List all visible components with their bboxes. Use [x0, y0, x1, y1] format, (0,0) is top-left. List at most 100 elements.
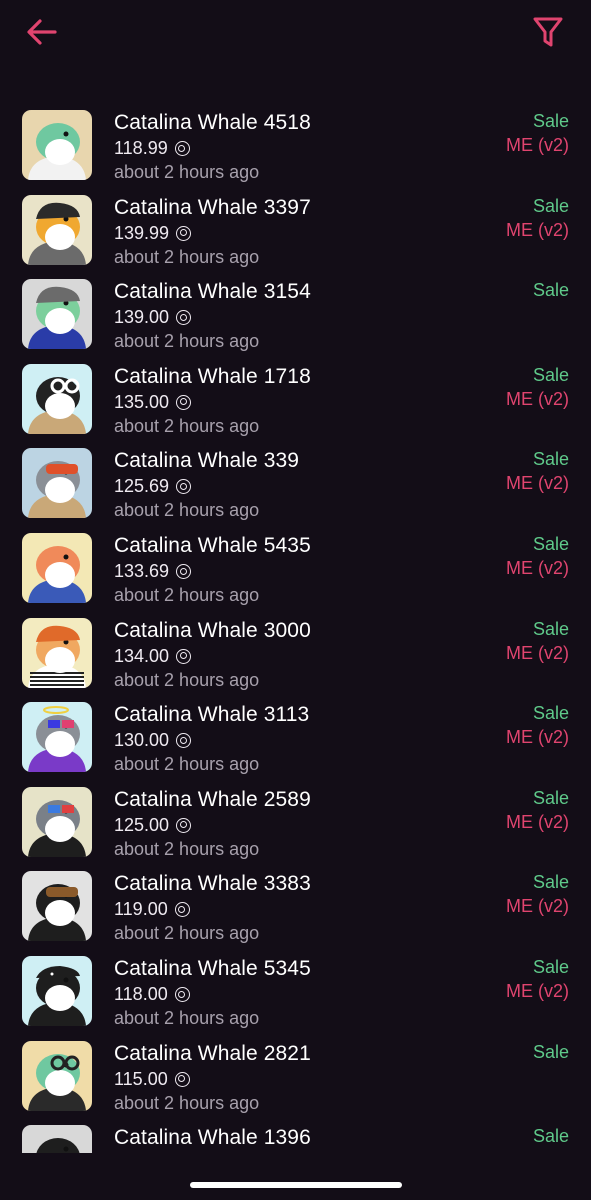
solana-icon	[176, 394, 192, 410]
nft-thumbnail[interactable]	[22, 786, 92, 857]
price-line: 118.99	[114, 138, 190, 159]
marketplace-label: ME (v2)	[506, 727, 569, 748]
filter-button[interactable]	[528, 12, 568, 52]
nft-thumbnail[interactable]	[22, 533, 92, 603]
marketplace-label: ME (v2)	[506, 135, 569, 155]
activity-type-label: Sale	[532, 449, 569, 470]
timestamp: about 2 hours ago	[114, 500, 260, 521]
activity-type-label: Sale	[532, 787, 569, 808]
nft-thumbnail[interactable]	[22, 110, 92, 180]
marketplace-label: ME (v2)	[506, 811, 569, 832]
sale-price: 130.00	[114, 730, 170, 751]
activity-row[interactable]: Catalina Whale 3154 139.00 about 2 hours a…	[0, 269, 591, 354]
nft-thumbnail[interactable]	[22, 871, 92, 942]
solana-icon	[174, 141, 190, 156]
activity-type-label: Sale	[532, 1126, 569, 1147]
timestamp: about 2 hours ago	[114, 923, 260, 944]
price-line: 139.99	[114, 223, 192, 244]
activity-row[interactable]: Catalina Whale 3113 130.00 about 2 hours a…	[0, 692, 591, 777]
sale-price: 133.69	[114, 561, 170, 581]
activity-type-label: Sale	[532, 872, 569, 893]
sale-price: 135.00	[114, 391, 170, 412]
activity-row[interactable]: Catalina Whale 339 125.69 about 2 hours ag…	[0, 438, 591, 523]
activity-type-label: Sale	[532, 195, 569, 216]
sale-price: 139.00	[114, 307, 170, 328]
sale-price: 125.00	[114, 814, 170, 835]
timestamp: about 2 hours ago	[114, 331, 260, 352]
home-indicator	[190, 1182, 402, 1188]
nft-thumbnail[interactable]	[22, 194, 92, 265]
sale-price: 118.99	[114, 138, 168, 158]
nft-avatar-image	[22, 533, 92, 603]
price-line: 115.00	[114, 1069, 190, 1090]
nft-name: Catalina Whale 5435	[114, 534, 311, 557]
nft-avatar-image	[22, 956, 92, 1026]
nft-thumbnail[interactable]	[22, 363, 92, 434]
sale-price: 125.69	[114, 476, 170, 497]
nft-avatar-image	[22, 279, 92, 350]
timestamp: about 2 hours ago	[114, 246, 260, 267]
activity-type-label: Sale	[532, 703, 569, 724]
marketplace-label: ME (v2)	[506, 981, 569, 1001]
solana-icon	[176, 479, 192, 495]
nft-name: Catalina Whale 3154	[114, 280, 311, 304]
timestamp: about 2 hours ago	[114, 1092, 260, 1113]
marketplace-label: ME (v2)	[506, 388, 569, 409]
top-bar	[0, 0, 591, 80]
activity-row[interactable]: Catalina Whale 1396 Sale	[0, 1115, 591, 1153]
marketplace-label: ME (v2)	[506, 896, 569, 917]
activity-row[interactable]: Catalina Whale 3397 139.99 about 2 hours a…	[0, 185, 591, 270]
nft-name: Catalina Whale 3397	[114, 195, 311, 219]
activity-row[interactable]: Catalina Whale 5435 133.69 about 2 hours a…	[0, 523, 591, 608]
price-line: 118.00	[114, 984, 190, 1005]
nft-name: Catalina Whale 1396	[114, 1126, 311, 1150]
nft-thumbnail[interactable]	[22, 448, 92, 519]
nft-thumbnail[interactable]	[22, 1125, 92, 1153]
timestamp: about 2 hours ago	[114, 1008, 260, 1028]
solana-icon	[176, 225, 192, 241]
price-line: 130.00	[114, 730, 192, 751]
activity-type-label: Sale	[532, 280, 569, 301]
activity-row[interactable]: Catalina Whale 5345 118.00 about 2 hours a…	[0, 946, 591, 1031]
nft-name: Catalina Whale 5345	[114, 957, 311, 980]
back-button[interactable]	[22, 12, 62, 52]
timestamp: about 2 hours ago	[114, 585, 260, 605]
nft-name: Catalina Whale 2589	[114, 787, 311, 811]
nft-thumbnail[interactable]	[22, 617, 92, 688]
activity-row[interactable]: Catalina Whale 3383 119.00 about 2 hours a…	[0, 861, 591, 946]
activity-list[interactable]: Catalina Whale 4518 118.99 about 2 hours a…	[0, 100, 591, 1153]
price-line: 135.00	[114, 391, 192, 413]
activity-type-label: Sale	[532, 534, 569, 554]
marketplace-label: ME (v2)	[506, 219, 569, 240]
nft-avatar-image	[22, 1040, 92, 1111]
arrow-left-icon	[27, 19, 57, 45]
activity-type-label: Sale	[532, 111, 569, 131]
nft-avatar-image	[22, 448, 92, 519]
price-line: 139.00	[114, 307, 192, 328]
price-line: 125.69	[114, 476, 192, 497]
nft-thumbnail[interactable]	[22, 702, 92, 773]
activity-row[interactable]: Catalina Whale 2589 125.00 about 2 hours a…	[0, 777, 591, 862]
marketplace-label: ME (v2)	[506, 473, 569, 494]
timestamp: about 2 hours ago	[114, 162, 260, 182]
marketplace-label: ME (v2)	[506, 558, 569, 578]
activity-row[interactable]: Catalina Whale 2821 115.00 about 2 hours a…	[0, 1031, 591, 1116]
activity-row[interactable]: Catalina Whale 3000 134.00 about 2 hours a…	[0, 608, 591, 693]
sale-price: 115.00	[114, 1068, 168, 1089]
sale-price: 118.00	[114, 984, 168, 1004]
nft-thumbnail[interactable]	[22, 279, 92, 350]
sale-price: 134.00	[114, 645, 170, 666]
solana-icon	[174, 1071, 190, 1087]
nft-avatar-image	[22, 194, 92, 265]
solana-icon	[176, 564, 192, 579]
solana-icon	[176, 817, 192, 833]
nft-avatar-image	[22, 110, 92, 180]
nft-thumbnail[interactable]	[22, 956, 92, 1026]
nft-avatar-image	[22, 1125, 92, 1153]
timestamp: about 2 hours ago	[114, 754, 260, 775]
activity-row[interactable]: Catalina Whale 4518 118.99 about 2 hours a…	[0, 100, 591, 185]
nft-thumbnail[interactable]	[22, 1040, 92, 1111]
nft-avatar-image	[22, 702, 92, 773]
solana-icon	[176, 648, 192, 664]
activity-row[interactable]: Catalina Whale 1718 135.00 about 2 hours a…	[0, 354, 591, 439]
